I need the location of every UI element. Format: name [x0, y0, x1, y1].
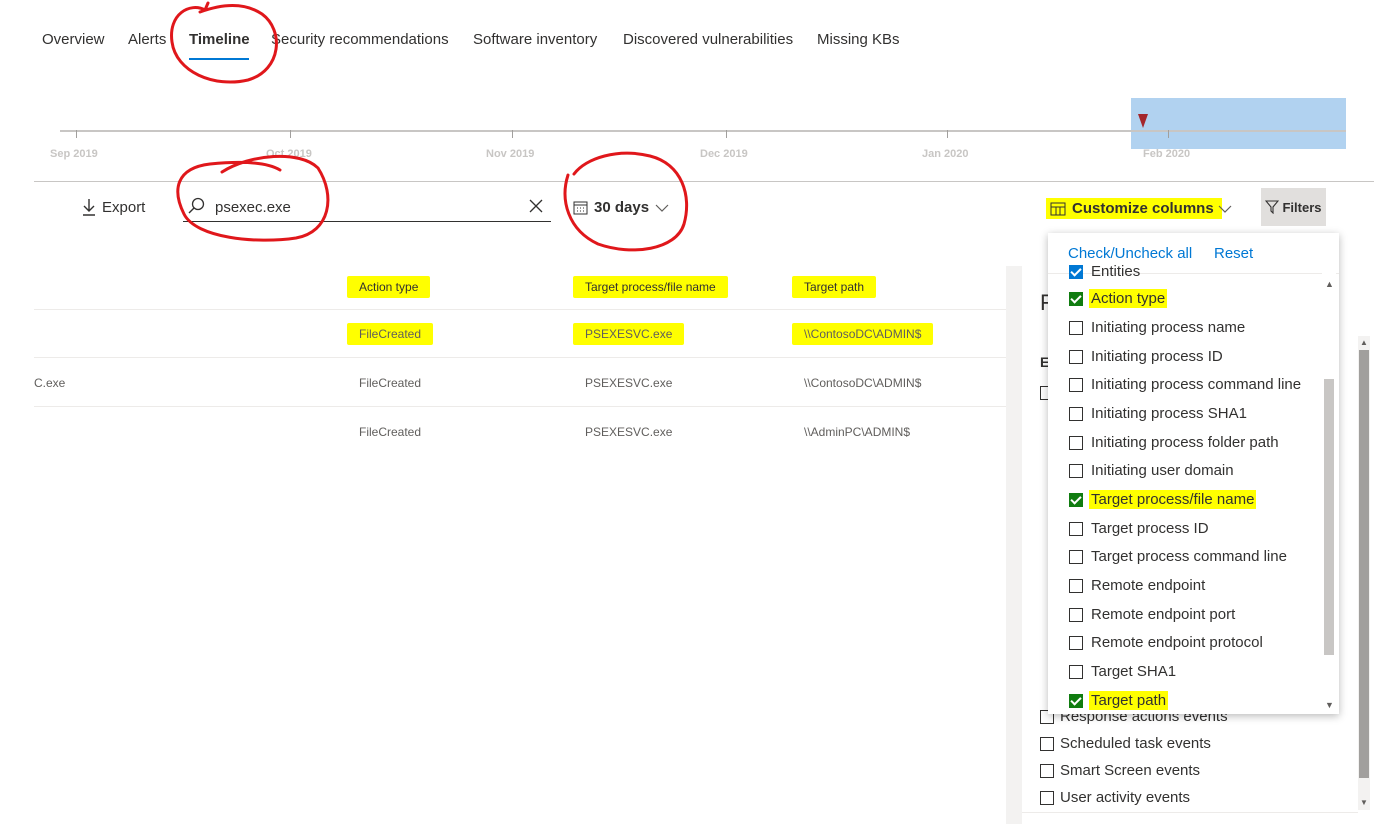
check-uncheck-all-link[interactable]: Check/Uncheck all: [1068, 245, 1192, 262]
table-cell: FileCreated: [347, 323, 434, 345]
filter-item-user-activity[interactable]: User activity events: [1040, 789, 1190, 806]
timeline-tick: [290, 130, 291, 138]
column-option[interactable]: Target SHA1: [1069, 662, 1178, 681]
column-option[interactable]: Action type: [1069, 289, 1168, 308]
scroll-down-icon[interactable]: ▼: [1325, 700, 1334, 710]
timeline-month-label: Sep 2019: [50, 148, 98, 160]
row-divider: [34, 357, 1006, 358]
search-box[interactable]: [183, 193, 551, 222]
filter-item-scheduled-task[interactable]: Scheduled task events: [1040, 735, 1211, 752]
column-option[interactable]: Initiating process ID: [1069, 347, 1225, 366]
timeline-tick: [947, 130, 948, 138]
timeline-month-label: Nov 2019: [486, 148, 535, 160]
tab-discovered-vulnerabilities[interactable]: Discovered vulnerabilities: [623, 31, 793, 48]
table-cell: PSEXESVC.exe: [585, 376, 673, 390]
column-option[interactable]: Initiating process SHA1: [1069, 404, 1249, 423]
filter-icon: [1265, 200, 1280, 214]
calendar-icon: [573, 201, 588, 215]
timeline-month-label: Jan 2020: [922, 148, 969, 160]
filter-item-smart-screen[interactable]: Smart Screen events: [1040, 762, 1200, 779]
column-option[interactable]: Target process command line: [1069, 547, 1289, 566]
timeline-month-label: Feb 2020: [1143, 148, 1191, 160]
timeline-axis: [60, 130, 1346, 132]
table-cell: FileCreated: [359, 376, 422, 390]
filter-panel-scroll-thumb[interactable]: [1359, 350, 1369, 778]
scroll-down-icon[interactable]: ▼: [1360, 798, 1368, 807]
date-range-label: 30 days: [594, 199, 650, 216]
timeline-month-label: Oct 2019: [266, 148, 312, 160]
columns-icon: [1050, 202, 1066, 215]
scroll-up-icon[interactable]: ▲: [1325, 279, 1334, 289]
table-cell: PSEXESVC.exe: [573, 323, 685, 345]
column-option[interactable]: Initiating process folder path: [1069, 433, 1281, 452]
column-option[interactable]: Remote endpoint: [1069, 576, 1207, 595]
column-option[interactable]: Target path: [1069, 691, 1169, 710]
timeline-tick: [512, 130, 513, 138]
divider: [1022, 812, 1358, 813]
filters-label: Filters: [1282, 199, 1322, 215]
table-cell: \\AdminPC\ADMIN$: [804, 425, 911, 439]
tab-overview[interactable]: Overview: [42, 31, 105, 48]
export-label: Export: [102, 198, 146, 216]
active-tab-indicator: [189, 58, 249, 60]
timeline-selection[interactable]: [1131, 98, 1346, 149]
column-option-entities[interactable]: Entities: [1069, 262, 1142, 281]
reset-link[interactable]: Reset: [1214, 245, 1253, 262]
tab-software-inventory[interactable]: Software inventory: [473, 31, 597, 48]
close-icon[interactable]: [529, 199, 543, 213]
table-cell: \\ContosoDC\ADMIN$: [804, 376, 922, 390]
tab-timeline[interactable]: Timeline: [189, 31, 250, 48]
timeline-tick: [76, 130, 77, 138]
column-header-target-path[interactable]: Target path: [792, 276, 877, 298]
chevron-down-icon[interactable]: [1218, 204, 1232, 214]
column-option[interactable]: Remote endpoint protocol: [1069, 633, 1265, 652]
column-header-target-process[interactable]: Target process/file name: [573, 276, 728, 298]
tab-security-recommendations[interactable]: Security recommendations: [271, 31, 449, 48]
tab-missing-kbs[interactable]: Missing KBs: [817, 31, 900, 48]
customize-columns-label: Customize columns: [1072, 200, 1214, 217]
chevron-down-icon: [655, 204, 669, 212]
column-option[interactable]: Remote endpoint port: [1069, 605, 1237, 624]
column-header-action-type[interactable]: Action type: [347, 276, 431, 298]
filters-button[interactable]: Filters: [1261, 188, 1326, 226]
timeline-month-label: Dec 2019: [700, 148, 748, 160]
column-option[interactable]: Target process/file name: [1069, 490, 1257, 509]
row-divider: [34, 309, 1006, 310]
timeline-event-marker[interactable]: [1138, 114, 1148, 128]
date-range-dropdown[interactable]: 30 days: [573, 199, 669, 216]
column-option[interactable]: Target process ID: [1069, 519, 1211, 538]
tab-alerts[interactable]: Alerts: [128, 31, 166, 48]
timeline-tick: [726, 130, 727, 138]
dropdown-scroll-thumb[interactable]: [1324, 379, 1334, 655]
table-cell: FileCreated: [359, 425, 422, 439]
download-icon: [83, 199, 95, 216]
column-option[interactable]: Initiating process command line: [1069, 375, 1303, 394]
customize-columns-dropdown: Check/Uncheck all Reset Entities Action …: [1048, 233, 1339, 714]
search-input[interactable]: [213, 195, 517, 219]
scroll-up-icon[interactable]: ▲: [1360, 338, 1368, 347]
divider: [34, 181, 1374, 182]
table-cell: \\ContosoDC\ADMIN$: [792, 323, 934, 345]
row-divider: [34, 406, 1006, 407]
table-cell: C.exe: [34, 376, 66, 390]
search-icon: [188, 197, 205, 214]
customize-columns-button[interactable]: Customize columns: [1046, 198, 1222, 219]
column-option[interactable]: Initiating user domain: [1069, 461, 1236, 480]
table-cell: PSEXESVC.exe: [585, 425, 673, 439]
timeline-tick: [1168, 130, 1169, 138]
column-option[interactable]: Initiating process name: [1069, 318, 1247, 337]
export-button[interactable]: Export: [82, 198, 145, 216]
